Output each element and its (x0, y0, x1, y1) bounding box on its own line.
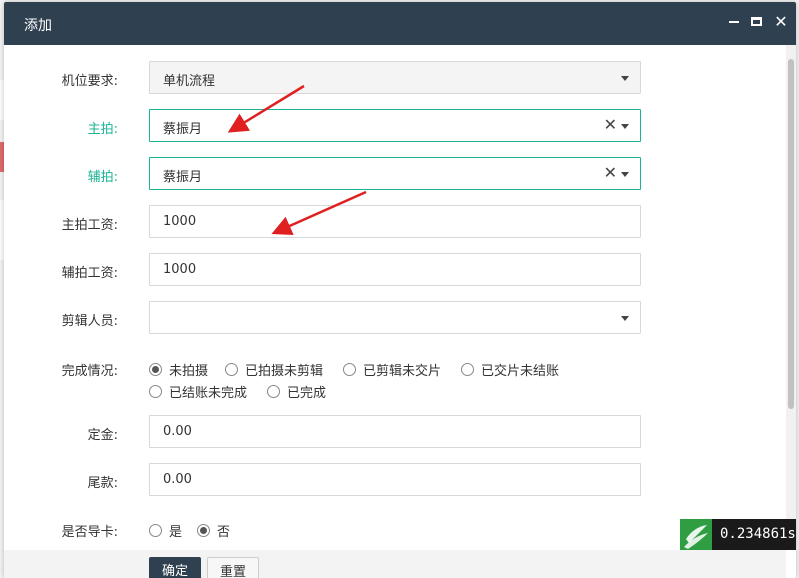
card-import-no[interactable]: 否 (197, 521, 230, 540)
add-dialog: 添加 ✕ 机位要求: 单机流程 主拍: 蔡振月 ✕ 辅拍: 蔡振月 ✕ 主拍工资… (4, 2, 796, 578)
leaf-logo-icon (680, 519, 712, 550)
assistant-salary-value: 1000 (163, 262, 197, 277)
confirm-button[interactable]: 确定 (149, 557, 201, 578)
status-label: 完成情况: (61, 364, 118, 379)
close-icon[interactable]: ✕ (773, 14, 789, 30)
footer-shade (4, 550, 786, 578)
timer-widget: 0.234861s (680, 519, 796, 550)
chevron-down-icon (621, 172, 629, 177)
assistant-salary-label: 辅拍工资: (61, 266, 118, 281)
assistant-shooter-row: 辅拍: 蔡振月 ✕ (4, 157, 786, 190)
chevron-down-icon (621, 124, 629, 129)
radio-button[interactable] (343, 363, 356, 376)
main-salary-value: 1000 (163, 214, 197, 229)
radio-button[interactable] (149, 385, 162, 398)
deposit-value: 0.00 (163, 424, 192, 439)
main-shooter-row: 主拍: 蔡振月 ✕ (4, 109, 786, 142)
position-requirement-select[interactable]: 单机流程 (149, 61, 641, 94)
status-option-complete[interactable]: 已完成 (267, 382, 326, 401)
status-row: 完成情况: 未拍摄 已拍摄未剪辑 已剪辑未交片 已交片未结账 已结账未完成 已完… (4, 357, 786, 401)
minimize-icon[interactable] (726, 14, 742, 30)
deposit-input[interactable]: 0.00 (149, 415, 641, 448)
radio-button[interactable] (461, 363, 474, 376)
timer-value: 0.234861s (712, 519, 796, 550)
balance-input[interactable]: 0.00 (149, 463, 641, 496)
reset-button[interactable]: 重置 (207, 557, 259, 578)
assistant-shooter-select[interactable]: 蔡振月 ✕ (149, 157, 641, 190)
status-option-delivered-not-settled[interactable]: 已交片未结账 (461, 360, 559, 379)
position-requirement-row: 机位要求: 单机流程 (4, 61, 786, 94)
position-requirement-value: 单机流程 (163, 74, 216, 89)
main-salary-label: 主拍工资: (61, 218, 118, 233)
maximize-icon[interactable] (749, 14, 765, 30)
editor-select[interactable] (149, 301, 641, 334)
position-requirement-label: 机位要求: (61, 74, 118, 89)
radio-button[interactable] (149, 363, 162, 376)
deposit-label: 定金: (87, 428, 118, 443)
status-option-edited-not-delivered[interactable]: 已剪辑未交片 (343, 360, 441, 379)
card-import-yes[interactable]: 是 (149, 521, 182, 540)
assistant-shooter-label: 辅拍: (87, 170, 118, 185)
main-salary-input[interactable]: 1000 (149, 205, 641, 238)
clear-icon[interactable]: ✕ (604, 163, 617, 182)
scrollbar-thumb[interactable] (788, 59, 794, 409)
status-option-settled-not-complete[interactable]: 已结账未完成 (149, 382, 247, 401)
radio-button[interactable] (225, 363, 238, 376)
card-import-label: 是否导卡: (61, 525, 118, 540)
clear-icon[interactable]: ✕ (604, 115, 617, 134)
editor-label: 剪辑人员: (61, 314, 118, 329)
chevron-down-icon (621, 76, 629, 81)
radio-button[interactable] (149, 524, 162, 537)
assistant-salary-input[interactable]: 1000 (149, 253, 641, 286)
status-option-not-shot[interactable]: 未拍摄 (149, 360, 208, 379)
assistant-shooter-value: 蔡振月 (163, 170, 203, 185)
editor-row: 剪辑人员: (4, 301, 786, 334)
main-shooter-select[interactable]: 蔡振月 ✕ (149, 109, 641, 142)
balance-label: 尾款: (87, 476, 118, 491)
scrollbar[interactable] (786, 45, 796, 550)
main-shooter-label: 主拍: (87, 122, 118, 137)
chevron-down-icon (621, 316, 629, 321)
main-salary-row: 主拍工资: 1000 (4, 205, 786, 238)
assistant-salary-row: 辅拍工资: 1000 (4, 253, 786, 286)
balance-value: 0.00 (163, 472, 192, 487)
balance-row: 尾款: 0.00 (4, 463, 786, 496)
card-import-row: 是否导卡: 是 否 (4, 519, 786, 541)
status-option-shot-not-edited[interactable]: 已拍摄未剪辑 (225, 360, 323, 379)
deposit-row: 定金: 0.00 (4, 415, 786, 448)
dialog-title: 添加 (24, 18, 52, 34)
main-shooter-value: 蔡振月 (163, 122, 203, 137)
radio-button[interactable] (267, 385, 280, 398)
dialog-header: 添加 ✕ (4, 2, 796, 45)
radio-button[interactable] (197, 524, 210, 537)
